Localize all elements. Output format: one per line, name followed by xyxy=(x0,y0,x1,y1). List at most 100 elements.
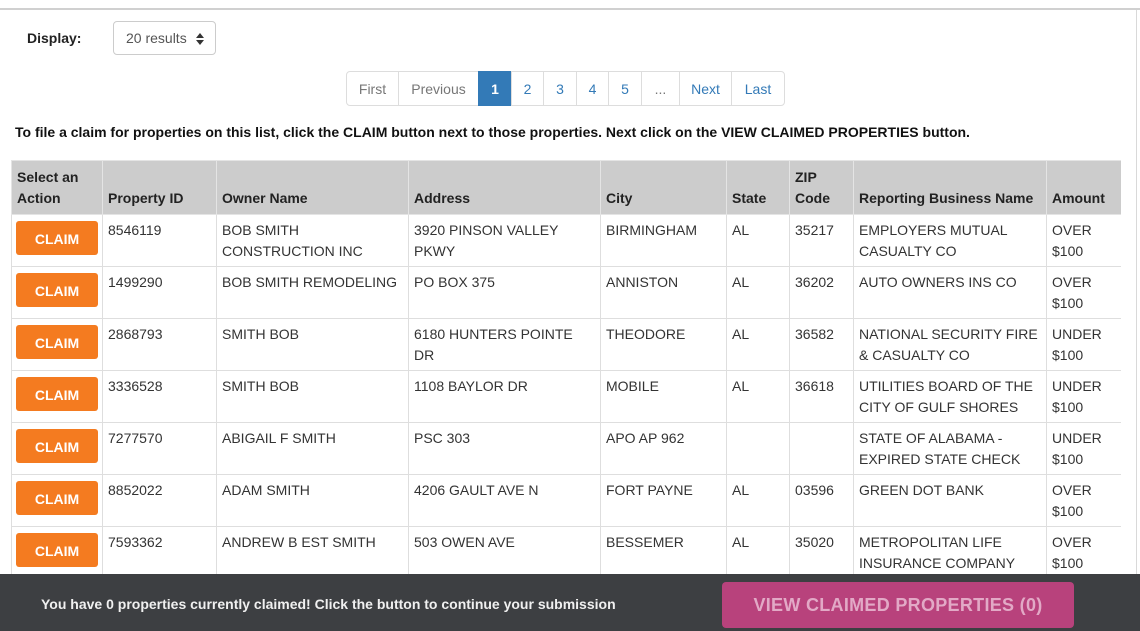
cell-city: FORT PAYNE xyxy=(600,474,727,527)
page-3[interactable]: 3 xyxy=(543,71,577,106)
cell-state: AL xyxy=(726,318,790,371)
cell-reporting-business: EMPLOYERS MUTUAL CASUALTY CO xyxy=(853,214,1047,267)
top-divider xyxy=(0,8,1140,10)
claim-button[interactable]: CLAIM xyxy=(16,221,98,255)
cell-state xyxy=(726,422,790,475)
cell-amount: OVER $100 xyxy=(1046,214,1121,267)
cell-property-id: 3336528 xyxy=(102,370,217,423)
cell-zip-code: 03596 xyxy=(789,474,854,527)
claim-button[interactable]: CLAIM xyxy=(16,429,98,463)
cell-action: CLAIM xyxy=(11,422,103,475)
cell-city: BIRMINGHAM xyxy=(600,214,727,267)
cell-amount: OVER $100 xyxy=(1046,474,1121,527)
cell-amount: UNDER $100 xyxy=(1046,318,1121,371)
claim-button[interactable]: CLAIM xyxy=(16,325,98,359)
cell-zip-code: 35217 xyxy=(789,214,854,267)
cell-owner-name: SMITH BOB xyxy=(216,370,409,423)
cell-amount: OVER $100 xyxy=(1046,266,1121,319)
cell-state: AL xyxy=(726,214,790,267)
cell-owner-name: ABIGAIL F SMITH xyxy=(216,422,409,475)
header-select-action: Select an Action xyxy=(11,160,103,215)
table-row: CLAIM 1499290 BOB SMITH REMODELING PO BOX 3… xyxy=(11,266,1121,319)
table-row: CLAIM 3336528 SMITH BOB 1108 BAYLOR DR MOBIL… xyxy=(11,370,1121,423)
display-label: Display: xyxy=(27,30,82,46)
claim-button[interactable]: CLAIM xyxy=(16,533,98,567)
cell-state: AL xyxy=(726,370,790,423)
cell-owner-name: ADAM SMITH xyxy=(216,474,409,527)
cell-state: AL xyxy=(726,474,790,527)
table-body: CLAIM 8546119 BOB SMITH CONSTRUCTION INC 39… xyxy=(11,214,1121,574)
cell-property-id: 8852022 xyxy=(102,474,217,527)
cell-reporting-business: STATE OF ALABAMA - EXPIRED STATE CHECK xyxy=(853,422,1047,475)
claim-button[interactable]: CLAIM xyxy=(16,377,98,411)
cell-reporting-business: UTILITIES BOARD OF THE CITY OF GULF SHOR… xyxy=(853,370,1047,423)
page-5[interactable]: 5 xyxy=(608,71,642,106)
page-ellipsis: ... xyxy=(641,71,680,106)
properties-table-container: Select an Action Property ID Owner Name … xyxy=(11,160,1121,574)
cell-zip-code: 36618 xyxy=(789,370,854,423)
claim-button[interactable]: CLAIM xyxy=(16,273,98,307)
header-address: Address xyxy=(408,160,601,215)
header-amount: Amount xyxy=(1046,160,1121,215)
header-state: State xyxy=(726,160,790,215)
cell-address: PO BOX 375 xyxy=(408,266,601,319)
display-control: Display: 20 results xyxy=(27,21,216,55)
cell-address: 503 OWEN AVE xyxy=(408,526,601,574)
cell-reporting-business: NATIONAL SECURITY FIRE & CASUALTY CO xyxy=(853,318,1047,371)
cell-city: THEODORE xyxy=(600,318,727,371)
select-caret-icon xyxy=(196,32,204,46)
table-row: CLAIM 2868793 SMITH BOB 6180 HUNTERS POINTE… xyxy=(11,318,1121,371)
header-property-id: Property ID xyxy=(102,160,217,215)
cell-zip-code: 36582 xyxy=(789,318,854,371)
cell-owner-name: SMITH BOB xyxy=(216,318,409,371)
cell-amount: UNDER $100 xyxy=(1046,422,1121,475)
cell-state: AL xyxy=(726,266,790,319)
results-per-page-select[interactable]: 20 results xyxy=(113,21,216,55)
cell-action: CLAIM xyxy=(11,526,103,574)
table-row: CLAIM 7277570 ABIGAIL F SMITH PSC 303 APO AP… xyxy=(11,422,1121,475)
page-first[interactable]: First xyxy=(346,71,399,106)
table-row: CLAIM 7593362 ANDREW B EST SMITH 503 OWEN A… xyxy=(11,526,1121,574)
page-next[interactable]: Next xyxy=(679,71,732,106)
cell-amount: UNDER $100 xyxy=(1046,370,1121,423)
scrollbar-edge xyxy=(1136,10,1137,576)
view-claimed-properties-button[interactable]: VIEW CLAIMED PROPERTIES (0) xyxy=(722,582,1074,628)
header-reporting-business: Reporting Business Name xyxy=(853,160,1047,215)
cell-city: ANNISTON xyxy=(600,266,727,319)
cell-property-id: 8546119 xyxy=(102,214,217,267)
header-zip-code: ZIP Code xyxy=(789,160,854,215)
page-2[interactable]: 2 xyxy=(511,71,544,106)
header-owner-name: Owner Name xyxy=(216,160,409,215)
table-row: CLAIM 8852022 ADAM SMITH 4206 GAULT AVE N FO… xyxy=(11,474,1121,527)
cell-address: 6180 HUNTERS POINTE DR xyxy=(408,318,601,371)
cell-state: AL xyxy=(726,526,790,574)
header-city: City xyxy=(600,160,727,215)
cell-address: 3920 PINSON VALLEY PKWY xyxy=(408,214,601,267)
cell-action: CLAIM xyxy=(11,370,103,423)
cell-reporting-business: AUTO OWNERS INS CO xyxy=(853,266,1047,319)
cell-action: CLAIM xyxy=(11,214,103,267)
cell-address: PSC 303 xyxy=(408,422,601,475)
cell-owner-name: BOB SMITH CONSTRUCTION INC xyxy=(216,214,409,267)
page-1[interactable]: 1 xyxy=(478,71,512,106)
cell-action: CLAIM xyxy=(11,318,103,371)
page-previous[interactable]: Previous xyxy=(398,71,479,106)
cell-city: BESSEMER xyxy=(600,526,727,574)
page-last[interactable]: Last xyxy=(731,71,785,106)
cell-amount: OVER $100 xyxy=(1046,526,1121,574)
cell-owner-name: BOB SMITH REMODELING xyxy=(216,266,409,319)
claim-instructions: To file a claim for properties on this l… xyxy=(15,124,970,140)
cell-owner-name: ANDREW B EST SMITH xyxy=(216,526,409,574)
cell-reporting-business: METROPOLITAN LIFE INSURANCE COMPANY xyxy=(853,526,1047,574)
cell-property-id: 1499290 xyxy=(102,266,217,319)
cell-zip-code: 36202 xyxy=(789,266,854,319)
page-4[interactable]: 4 xyxy=(576,71,609,106)
cell-reporting-business: GREEN DOT BANK xyxy=(853,474,1047,527)
cell-action: CLAIM xyxy=(11,266,103,319)
claim-button[interactable]: CLAIM xyxy=(16,481,98,515)
cell-city: APO AP 962 xyxy=(600,422,727,475)
pagination: First Previous 1 2 3 4 5 ... Next Last xyxy=(346,71,785,106)
claimed-count-message: You have 0 properties currently claimed!… xyxy=(41,596,616,612)
table-header-row: Select an Action Property ID Owner Name … xyxy=(11,160,1121,215)
claim-footer-bar: You have 0 properties currently claimed!… xyxy=(0,574,1140,631)
